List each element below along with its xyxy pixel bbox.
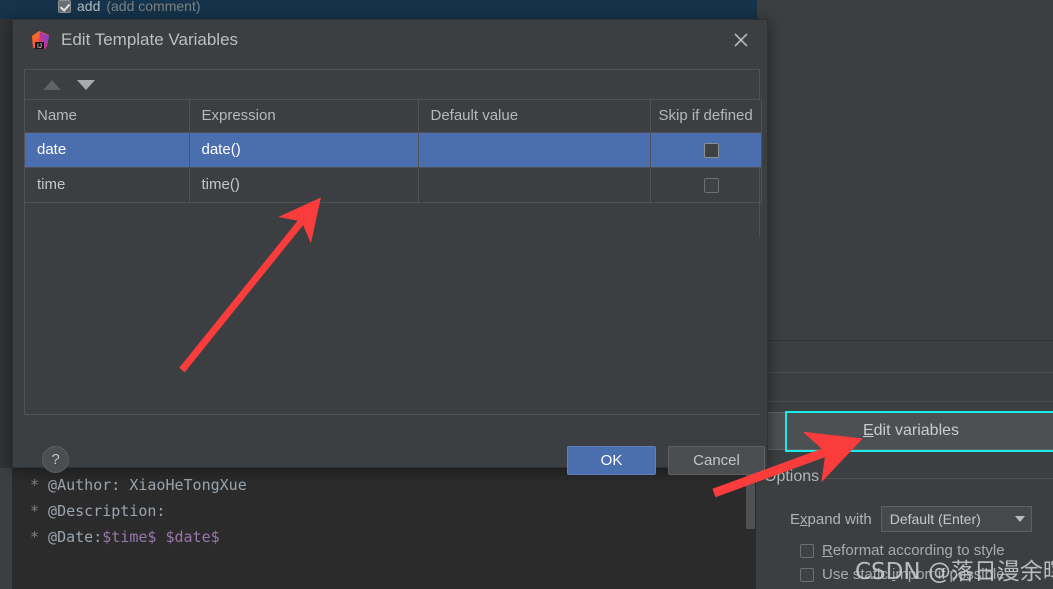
- settings-list-selected-row-content: add (add comment): [58, 0, 201, 14]
- edit-variables-button-label: Edit variables: [863, 422, 959, 440]
- variables-table-toolbar: [25, 70, 759, 100]
- variables-table-empty-area: [26, 236, 760, 414]
- add-template-checkbox[interactable]: [58, 0, 71, 13]
- template-options-panel: [757, 0, 1053, 589]
- panel-divider-3: [757, 401, 1053, 402]
- dialog-title: Edit Template Variables: [61, 30, 239, 49]
- dialog-title-bar[interactable]: IJ Edit Template Variables: [13, 20, 767, 59]
- variables-table-container: Name Expression Default value Skip if de…: [24, 69, 762, 415]
- cancel-button[interactable]: Cancel: [668, 446, 765, 475]
- editor-line-1-text: @Author: XiaoHeTongXue: [39, 476, 247, 494]
- svg-text:IJ: IJ: [37, 44, 42, 50]
- template-code-editor[interactable]: * @Author: XiaoHeTongXue * @Description:…: [12, 465, 756, 589]
- editor-line-1: * @Author: XiaoHeTongXue: [30, 472, 756, 498]
- reformat-mnemonic: R: [822, 542, 833, 559]
- screen-root: add (add comment) ⬅ Edit variables Optio…: [0, 0, 1053, 589]
- use-static-import-checkbox[interactable]: [800, 567, 814, 582]
- table-header-row: Name Expression Default value Skip if de…: [25, 100, 762, 133]
- reformat-according-to-style-checkbox[interactable]: [800, 543, 814, 558]
- settings-left-gutter: [0, 19, 12, 468]
- expand-with-label: Expand with: [790, 510, 872, 528]
- skip-if-defined-checkbox[interactable]: [704, 142, 719, 158]
- cell-skip-if-defined[interactable]: [650, 132, 762, 168]
- add-template-label: add: [77, 0, 101, 14]
- comment-star: *: [30, 502, 40, 520]
- editor-scrollbar-thumb[interactable]: [746, 468, 755, 529]
- variables-table: Name Expression Default value Skip if de…: [25, 100, 762, 203]
- cell-default-value[interactable]: [418, 132, 651, 168]
- arrow-up-icon[interactable]: [43, 79, 61, 90]
- cell-expression[interactable]: date(): [189, 132, 419, 168]
- editor-line-2-text: @Description:: [39, 502, 166, 520]
- cell-name[interactable]: date: [25, 132, 190, 168]
- options-group-label: Options: [764, 468, 827, 486]
- expand-with-row: Expand with Default (Enter): [790, 506, 1032, 532]
- column-header-default-value[interactable]: Default value: [418, 100, 651, 133]
- expand-with-dropdown[interactable]: Default (Enter): [880, 506, 1032, 532]
- add-template-hint: (add comment): [106, 0, 201, 14]
- ok-button[interactable]: OK: [567, 446, 656, 475]
- column-header-skip-if-defined[interactable]: Skip if defined: [650, 100, 762, 133]
- column-header-expression[interactable]: Expression: [189, 100, 419, 133]
- date-line-prefix: @Date:: [39, 528, 103, 546]
- cell-name[interactable]: time: [25, 167, 190, 203]
- table-row[interactable]: date date(): [25, 132, 762, 168]
- expand-with-mnemonic: x: [800, 510, 808, 528]
- close-icon[interactable]: [731, 30, 751, 50]
- template-variable-time: $time$: [102, 528, 157, 546]
- column-header-name[interactable]: Name: [25, 100, 190, 133]
- cell-expression[interactable]: time(): [189, 167, 419, 203]
- csdn-watermark: CSDN @落日漫余晖·: [855, 559, 1053, 585]
- template-variable-date: $date$: [165, 528, 220, 546]
- chevron-down-icon: [1014, 516, 1025, 522]
- expand-with-value: Default (Enter): [889, 511, 981, 527]
- editor-line-3: * @Date:$time$ $date$: [30, 524, 756, 550]
- cell-skip-if-defined[interactable]: [650, 167, 762, 203]
- panel-divider-2: [757, 372, 1053, 373]
- help-button[interactable]: ?: [42, 446, 69, 473]
- comment-star: *: [30, 528, 40, 546]
- edit-variables-button-rest: dit variables: [873, 422, 960, 439]
- edit-template-variables-dialog: IJ Edit Template Variables Name Expressi…: [12, 19, 768, 475]
- editor-scrollbar[interactable]: [745, 468, 756, 589]
- edit-variables-button[interactable]: Edit variables: [767, 412, 1053, 450]
- comment-star: *: [30, 476, 40, 494]
- skip-if-defined-checkbox[interactable]: [704, 177, 719, 193]
- panel-divider-1: [757, 340, 1053, 341]
- arrow-down-icon[interactable]: [77, 79, 95, 90]
- table-row[interactable]: time time(): [25, 167, 762, 203]
- intellij-idea-logo-icon: IJ: [31, 31, 50, 50]
- editor-line-2: * @Description:: [30, 498, 756, 524]
- cell-default-value[interactable]: [418, 167, 651, 203]
- edit-variables-mnemonic: E: [862, 422, 874, 439]
